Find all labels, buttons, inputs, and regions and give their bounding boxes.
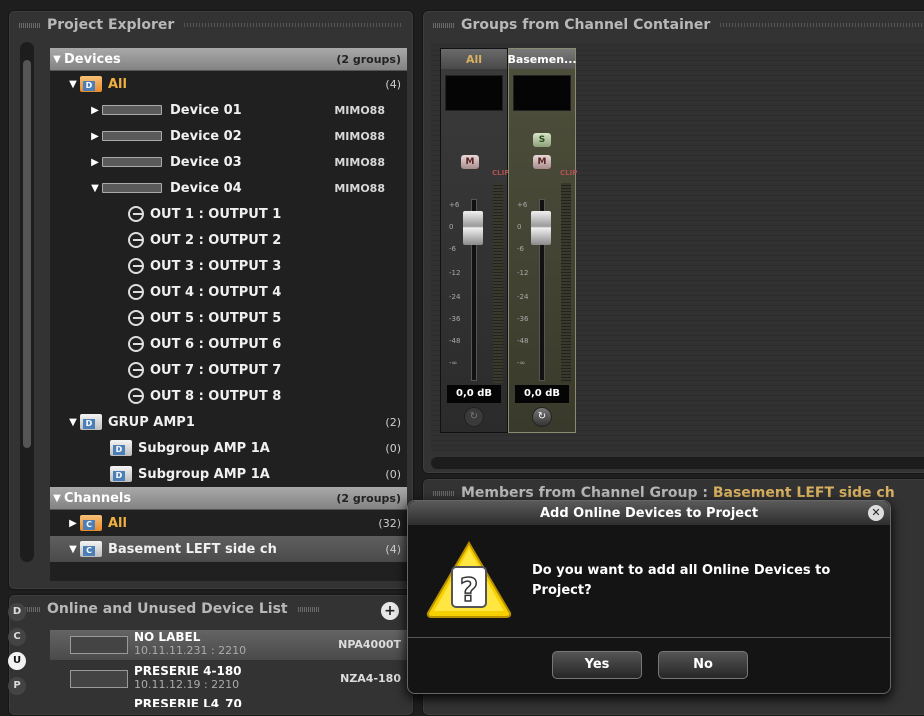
side-button-p[interactable]: P [8,677,26,695]
side-button-u[interactable]: U [8,652,26,670]
tree-item-output[interactable]: OUT 2 : OUTPUT 2 [50,227,407,253]
output-icon [128,388,144,404]
output-icon [128,362,144,378]
grip-icon[interactable] [19,22,41,28]
channel-folder-icon: C [80,541,102,557]
tree-item-device[interactable]: ▼ Device 04 MIMO88 [50,175,407,201]
add-devices-dialog: Add Online Devices to Project ✕ ? Do you… [407,500,891,694]
device-icon [102,157,162,167]
tree-item-output[interactable]: OUT 7 : OUTPUT 7 [50,357,407,383]
output-icon [128,336,144,352]
svg-text:?: ? [460,571,479,609]
project-explorer-title: Project Explorer [47,17,175,33]
tree-item-output[interactable]: OUT 3 : OUTPUT 3 [50,253,407,279]
no-button[interactable]: No [658,651,748,679]
device-icon [102,105,162,115]
yes-button[interactable]: Yes [552,651,642,679]
side-button-c[interactable]: C [8,628,26,646]
device-folder-icon: D [110,466,132,482]
collapsed-triangle-icon[interactable]: ▶ [88,105,102,116]
expand-triangle-icon[interactable]: ▼ [50,493,64,504]
online-list-title: Online and Unused Device List [47,601,288,617]
expand-triangle-icon[interactable]: ▼ [66,544,80,555]
volume-fader[interactable] [463,211,483,245]
level-readout: 0,0 dB [515,385,569,403]
grip-icon[interactable] [433,22,455,28]
channel-strip-basement[interactable]: Basemen... S M CLIP +6 0 -6 -12 -24 -36 … [507,48,578,433]
collapsed-triangle-icon[interactable]: ▶ [88,131,102,142]
device-folder-icon: D [80,414,102,430]
strip-display [513,75,571,111]
tree-item-grup-amp1[interactable]: ▼ D GRUP AMP1 (2) [50,409,407,435]
groups-panel-title: Groups from Channel Container [461,17,711,33]
output-icon [128,310,144,326]
pan-knob-icon[interactable]: ↻ [464,407,484,427]
strip-name: All [441,49,507,69]
hardware-device-icon [70,636,128,654]
volume-fader[interactable] [531,211,551,245]
tree-section-devices[interactable]: ▼ Devices (2 groups) [50,48,407,71]
tree-item-output[interactable]: OUT 1 : OUTPUT 1 [50,201,407,227]
strip-display [445,75,503,111]
device-folder-icon: D [80,76,102,92]
expand-triangle-icon[interactable]: ▼ [50,54,64,65]
strip-name: Basemen... [507,49,577,69]
tree-item-subgroup[interactable]: D Subgroup AMP 1A (0) [50,461,407,487]
device-folder-icon: D [110,440,132,456]
tree-item-all[interactable]: ▼ D All (4) [50,71,407,97]
online-device-row[interactable]: PRESERIE L4_70 [50,697,407,707]
online-device-row[interactable]: NO LABEL 10.11.11.231 : 2210 NPA4000T [50,630,407,660]
add-device-button[interactable]: + [381,602,399,620]
expand-triangle-icon[interactable]: ▼ [88,183,102,194]
side-button-d[interactable]: D [8,603,26,621]
output-icon [128,206,144,222]
pan-knob-icon[interactable]: ↻ [532,407,552,427]
expand-triangle-icon[interactable]: ▼ [66,417,80,428]
members-panel-group-name: Basement LEFT side ch [712,485,895,501]
tree-item-output[interactable]: OUT 8 : OUTPUT 8 [50,383,407,409]
output-icon [128,258,144,274]
expand-triangle-icon[interactable]: ▼ [66,79,80,90]
tree-item-output[interactable]: OUT 4 : OUTPUT 4 [50,279,407,305]
grip-icon[interactable] [433,490,455,496]
horizontal-scrollbar[interactable] [431,457,924,469]
mute-button[interactable]: M [461,155,479,169]
channel-strip-all[interactable]: All M CLIP +6 0 -6 -12 -24 -36 -48 -∞ 0,… [440,48,510,433]
dialog-title: Add Online Devices to Project [539,505,759,521]
clip-indicator: CLIP [492,169,510,177]
tree-section-channels[interactable]: ▼ Channels (2 groups) [50,487,407,510]
clip-indicator: CLIP [560,169,578,177]
project-explorer-scrollbar[interactable] [20,42,34,562]
tree-item-device[interactable]: ▶ Device 03 MIMO88 [50,149,407,175]
collapsed-triangle-icon[interactable]: ▶ [88,157,102,168]
question-warning-icon: ? [426,541,512,618]
online-device-row[interactable]: PRESERIE 4-180 10.11.12.19 : 2210 NZA4-1… [50,664,407,694]
output-icon [128,284,144,300]
dialog-message: Do you want to add all Online Devices to… [532,563,831,598]
members-panel-title: Members from Channel Group : [461,485,708,501]
tree-item-output[interactable]: OUT 5 : OUTPUT 5 [50,305,407,331]
scrollbar-thumb[interactable] [23,60,31,448]
level-meter [561,183,571,383]
tree-item-channels-all[interactable]: ▶ C All (32) [50,510,407,536]
close-icon[interactable]: ✕ [868,505,884,521]
tree-item-device[interactable]: ▶ Device 02 MIMO88 [50,123,407,149]
hardware-device-icon [70,670,128,688]
tree-item-subgroup[interactable]: D Subgroup AMP 1A (0) [50,435,407,461]
tree-item-device[interactable]: ▶ Device 01 MIMO88 [50,97,407,123]
output-icon [128,232,144,248]
mute-button[interactable]: M [533,155,551,169]
project-tree: ▼ Devices (2 groups) ▼ D All (4) ▶ Devic… [50,48,407,581]
solo-button[interactable]: S [533,133,551,147]
collapsed-triangle-icon[interactable]: ▶ [66,518,80,529]
channel-folder-icon: C [80,515,102,531]
device-icon [102,131,162,141]
level-meter [493,183,503,383]
tree-item-output[interactable]: OUT 6 : OUTPUT 6 [50,331,407,357]
tree-item-basement[interactable]: ▼ C Basement LEFT side ch (4) [50,536,407,562]
device-icon [102,183,162,193]
level-readout: 0,0 dB [447,385,501,403]
